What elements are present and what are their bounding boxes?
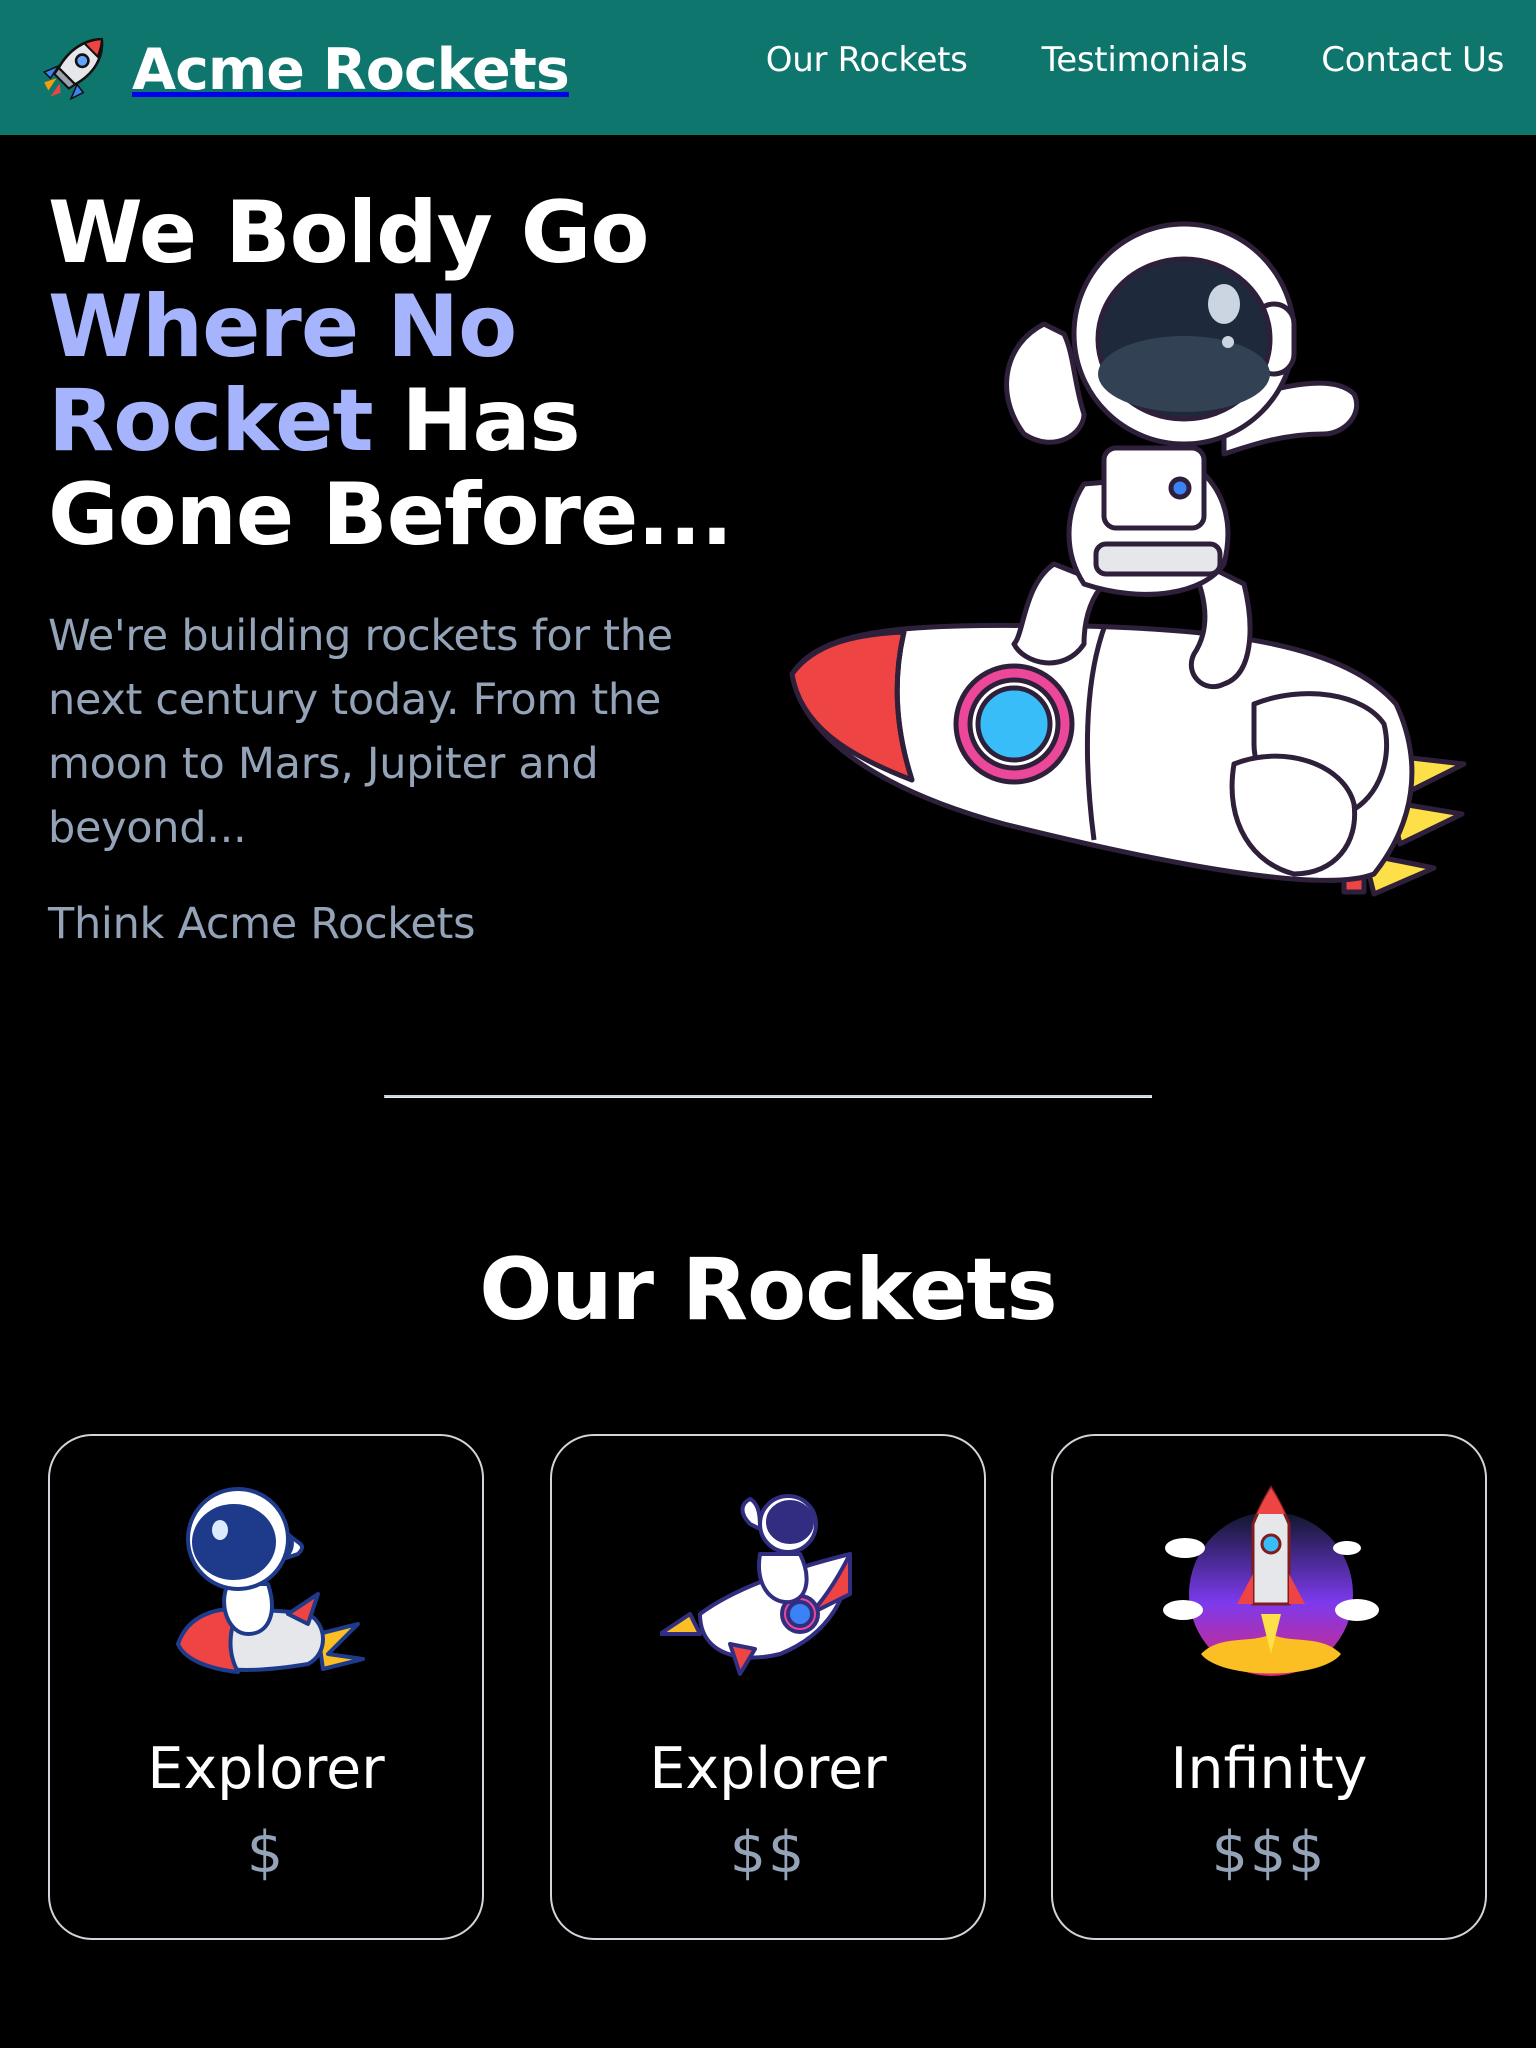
- brand-name: Acme Rockets: [132, 37, 570, 103]
- card-price: $$$: [1211, 1820, 1327, 1886]
- nav-item: Our Rockets: [766, 40, 968, 80]
- hero-title-line1: We Boldy Go: [48, 183, 649, 283]
- astronaut-waving-on-rocket-illustration: [660, 1494, 852, 1676]
- section-divider: [384, 1095, 1152, 1098]
- card-name: Explorer: [147, 1736, 385, 1802]
- section-title: Our Rockets: [479, 1240, 1057, 1340]
- nav-item: Testimonials: [1042, 40, 1248, 80]
- rocket-card-explorer-2[interactable]: Explorer $$: [550, 1434, 986, 1940]
- hero-description: We're building rockets for the next cent…: [48, 611, 673, 853]
- rocket-card-explorer[interactable]: Explorer $: [48, 1434, 484, 1940]
- site-header: Acme Rockets Our Rockets Testimonials Co…: [0, 0, 1536, 135]
- rocket-icon: [42, 37, 104, 101]
- hero-title: We Boldy Go Where No Rocket Has Gone Befo…: [48, 186, 768, 562]
- card-price: $$: [729, 1820, 807, 1886]
- nav-list: Our Rockets Testimonials Contact Us: [766, 40, 1505, 80]
- card-name: Infinity: [1170, 1736, 1368, 1802]
- hero-tagline: Think Acme Rockets: [48, 899, 476, 949]
- rocket-launch-illustration: [1163, 1485, 1379, 1676]
- nav-link-contact-us[interactable]: Contact Us: [1321, 40, 1504, 80]
- card-name: Explorer: [649, 1736, 887, 1802]
- astronaut-riding-rocket-illustration: [176, 1487, 365, 1674]
- nav-link-our-rockets[interactable]: Our Rockets: [766, 40, 968, 80]
- rocket-card-infinity[interactable]: Infinity $$$: [1051, 1434, 1487, 1940]
- brand-link[interactable]: Acme Rockets: [36, 32, 570, 108]
- nav-link-testimonials[interactable]: Testimonials: [1042, 40, 1248, 80]
- astronaut-rocket-illustration: [789, 221, 1467, 897]
- nav-item: Contact Us: [1321, 40, 1504, 80]
- card-price: $: [246, 1820, 286, 1886]
